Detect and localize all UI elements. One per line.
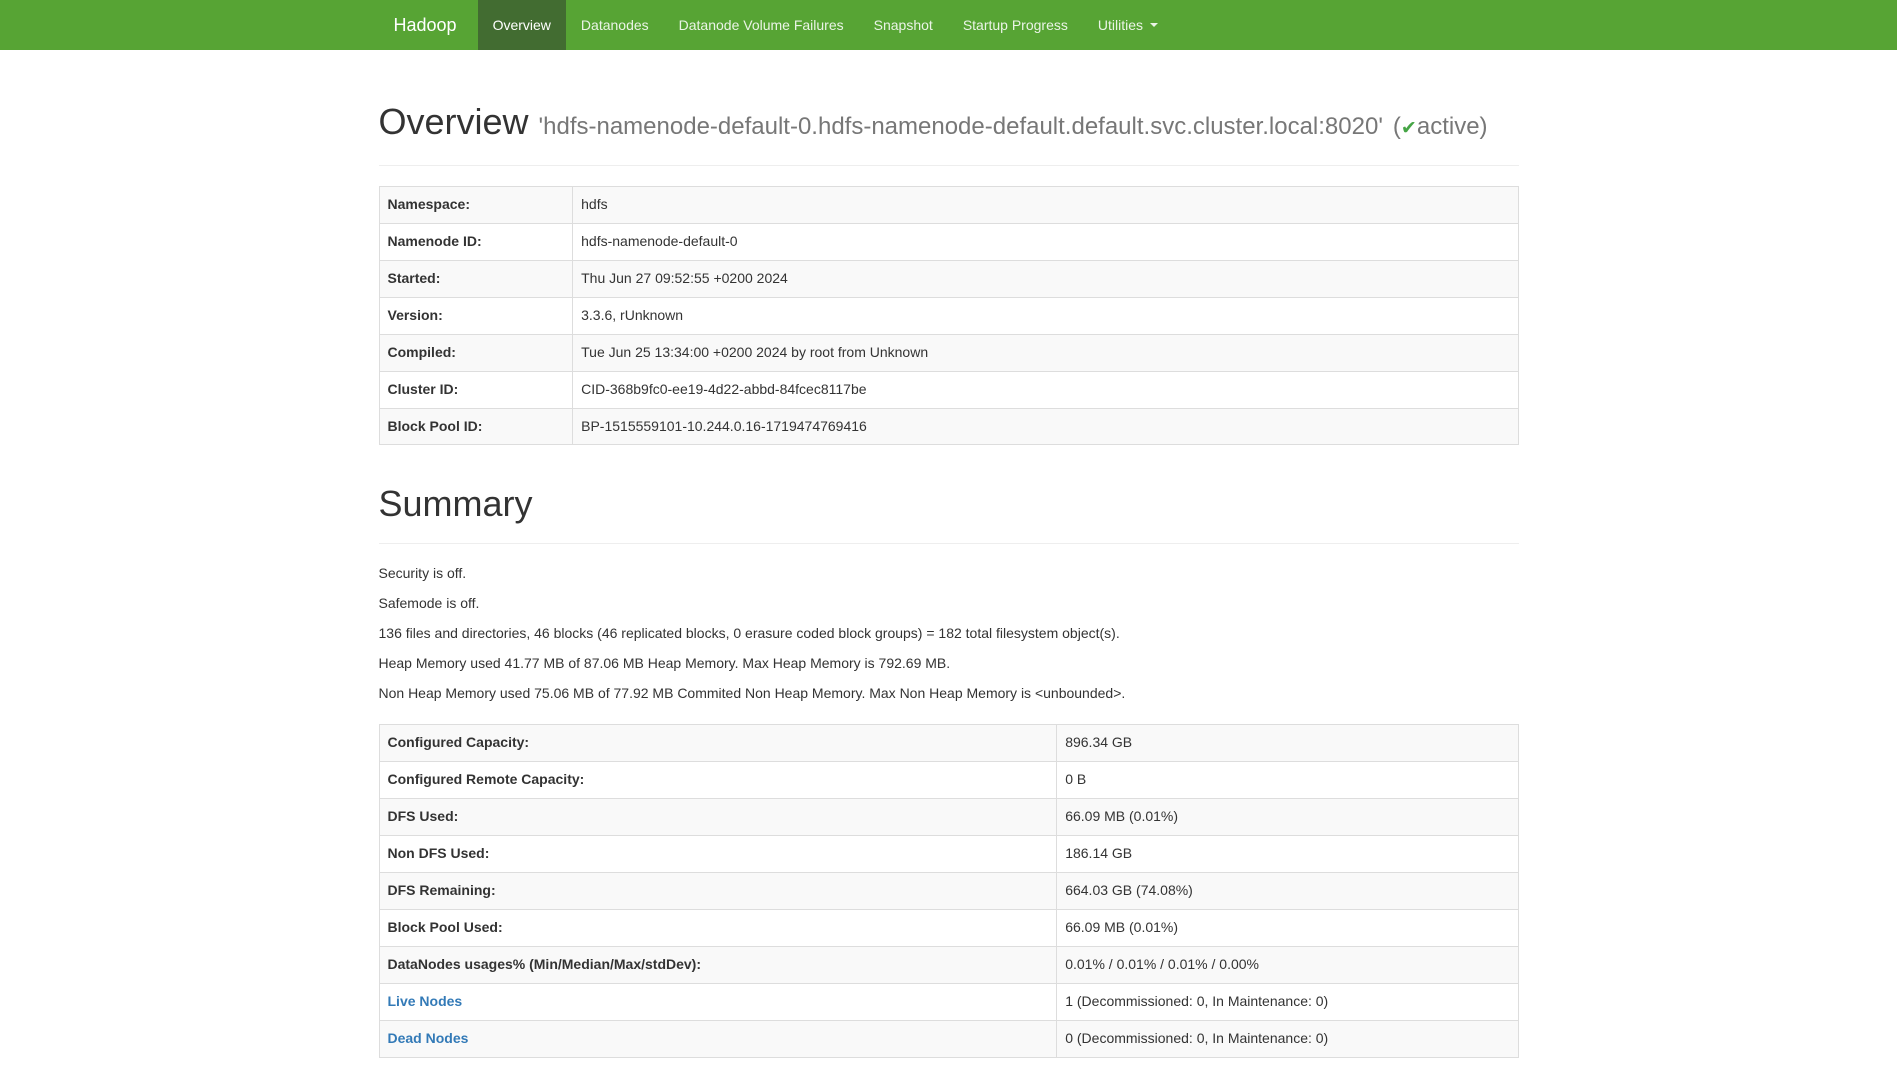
- nav-item-utilities-dropdown[interactable]: Utilities: [1083, 0, 1173, 50]
- nav-item-startup-progress[interactable]: Startup Progress: [948, 0, 1083, 50]
- namenode-state: (✔active): [1393, 113, 1488, 140]
- row-label: Cluster ID:: [379, 371, 573, 408]
- row-label: Compiled:: [379, 334, 573, 371]
- summary-text-block: Security is off. Safemode is off. 136 fi…: [379, 564, 1519, 704]
- row-value: Tue Jun 25 13:34:00 +0200 2024 by root f…: [573, 334, 1518, 371]
- row-value: 66.09 MB (0.01%): [1057, 799, 1518, 836]
- row-label: Non DFS Used:: [379, 836, 1057, 873]
- summary-line-security: Security is off.: [379, 564, 1519, 584]
- page-title-text: Overview: [379, 101, 529, 142]
- row-value: 3.3.6, rUnknown: [573, 297, 1518, 334]
- nav-item-datanode-volume-failures[interactable]: Datanode Volume Failures: [664, 0, 859, 50]
- state-active-label: active): [1417, 113, 1488, 140]
- row-label: Version:: [379, 297, 573, 334]
- check-icon: ✔: [1401, 118, 1417, 139]
- table-row: Configured Remote Capacity: 0 B: [379, 762, 1518, 799]
- row-value: Thu Jun 27 09:52:55 +0200 2024: [573, 260, 1518, 297]
- row-value: 1 (Decommissioned: 0, In Maintenance: 0): [1057, 984, 1518, 1021]
- nav-item-datanodes[interactable]: Datanodes: [566, 0, 664, 50]
- row-label: Configured Remote Capacity:: [379, 762, 1057, 799]
- table-row: Namenode ID: hdfs-namenode-default-0: [379, 223, 1518, 260]
- navbar: Hadoop Overview Datanodes Datanode Volum…: [0, 0, 1897, 50]
- row-label: DataNodes usages% (Min/Median/Max/stdDev…: [379, 947, 1057, 984]
- row-label: Dead Nodes: [379, 1021, 1057, 1058]
- row-label: Namenode ID:: [379, 223, 573, 260]
- table-row: Version: 3.3.6, rUnknown: [379, 297, 1518, 334]
- table-row: Block Pool ID: BP-1515559101-10.244.0.16…: [379, 408, 1518, 445]
- row-label: Block Pool Used:: [379, 910, 1057, 947]
- dead-nodes-link[interactable]: Dead Nodes: [388, 1030, 469, 1046]
- navbar-container: Hadoop Overview Datanodes Datanode Volum…: [364, 0, 1534, 50]
- table-row: Configured Capacity: 896.34 GB: [379, 725, 1518, 762]
- row-label: Started:: [379, 260, 573, 297]
- nav-item-overview[interactable]: Overview: [478, 0, 566, 50]
- summary-line-safemode: Safemode is off.: [379, 594, 1519, 614]
- row-label: DFS Remaining:: [379, 873, 1057, 910]
- table-row: DFS Used: 66.09 MB (0.01%): [379, 799, 1518, 836]
- table-row: Live Nodes 1 (Decommissioned: 0, In Main…: [379, 984, 1518, 1021]
- summary-line-filesystem-objects: 136 files and directories, 46 blocks (46…: [379, 624, 1519, 644]
- nav-item-snapshot[interactable]: Snapshot: [859, 0, 948, 50]
- row-label: Namespace:: [379, 186, 573, 223]
- row-label: Block Pool ID:: [379, 408, 573, 445]
- summary-line-non-heap-memory: Non Heap Memory used 75.06 MB of 77.92 M…: [379, 684, 1519, 704]
- title-divider: [379, 165, 1519, 166]
- table-row: Block Pool Used: 66.09 MB (0.01%): [379, 910, 1518, 947]
- row-value: 0.01% / 0.01% / 0.01% / 0.00%: [1057, 947, 1518, 984]
- row-value: 66.09 MB (0.01%): [1057, 910, 1518, 947]
- table-row: Non DFS Used: 186.14 GB: [379, 836, 1518, 873]
- summary-divider: [379, 543, 1519, 544]
- main-content: Overview 'hdfs-namenode-default-0.hdfs-n…: [364, 98, 1534, 1058]
- state-paren-open: (: [1393, 113, 1401, 140]
- table-row: Compiled: Tue Jun 25 13:34:00 +0200 2024…: [379, 334, 1518, 371]
- row-label: Configured Capacity:: [379, 725, 1057, 762]
- summary-line-heap-memory: Heap Memory used 41.77 MB of 87.06 MB He…: [379, 654, 1519, 674]
- nav-item-utilities-label: Utilities: [1098, 15, 1143, 35]
- row-label: Live Nodes: [379, 984, 1057, 1021]
- row-value: CID-368b9fc0-ee19-4d22-abbd-84fcec8117be: [573, 371, 1518, 408]
- caret-down-icon: [1150, 23, 1158, 27]
- table-row: DataNodes usages% (Min/Median/Max/stdDev…: [379, 947, 1518, 984]
- row-value: hdfs-namenode-default-0: [573, 223, 1518, 260]
- row-value: 0 B: [1057, 762, 1518, 799]
- live-nodes-link[interactable]: Live Nodes: [388, 993, 463, 1009]
- row-value: hdfs: [573, 186, 1518, 223]
- table-row: DFS Remaining: 664.03 GB (74.08%): [379, 873, 1518, 910]
- summary-title: Summary: [379, 483, 1519, 525]
- navbar-nav: Overview Datanodes Datanode Volume Failu…: [478, 0, 1173, 50]
- row-value: 186.14 GB: [1057, 836, 1518, 873]
- row-value: 0 (Decommissioned: 0, In Maintenance: 0): [1057, 1021, 1518, 1058]
- row-label: DFS Used:: [379, 799, 1057, 836]
- row-value: 896.34 GB: [1057, 725, 1518, 762]
- row-value: BP-1515559101-10.244.0.16-1719474769416: [573, 408, 1518, 445]
- namenode-endpoint: 'hdfs-namenode-default-0.hdfs-namenode-d…: [539, 113, 1383, 140]
- summary-table: Configured Capacity: 896.34 GB Configure…: [379, 724, 1519, 1058]
- table-row: Namespace: hdfs: [379, 186, 1518, 223]
- namenode-info-table: Namespace: hdfs Namenode ID: hdfs-nameno…: [379, 186, 1519, 446]
- hadoop-brand[interactable]: Hadoop: [379, 0, 472, 50]
- page-title: Overview 'hdfs-namenode-default-0.hdfs-n…: [379, 98, 1519, 147]
- table-row: Started: Thu Jun 27 09:52:55 +0200 2024: [379, 260, 1518, 297]
- table-row: Dead Nodes 0 (Decommissioned: 0, In Main…: [379, 1021, 1518, 1058]
- table-row: Cluster ID: CID-368b9fc0-ee19-4d22-abbd-…: [379, 371, 1518, 408]
- row-value: 664.03 GB (74.08%): [1057, 873, 1518, 910]
